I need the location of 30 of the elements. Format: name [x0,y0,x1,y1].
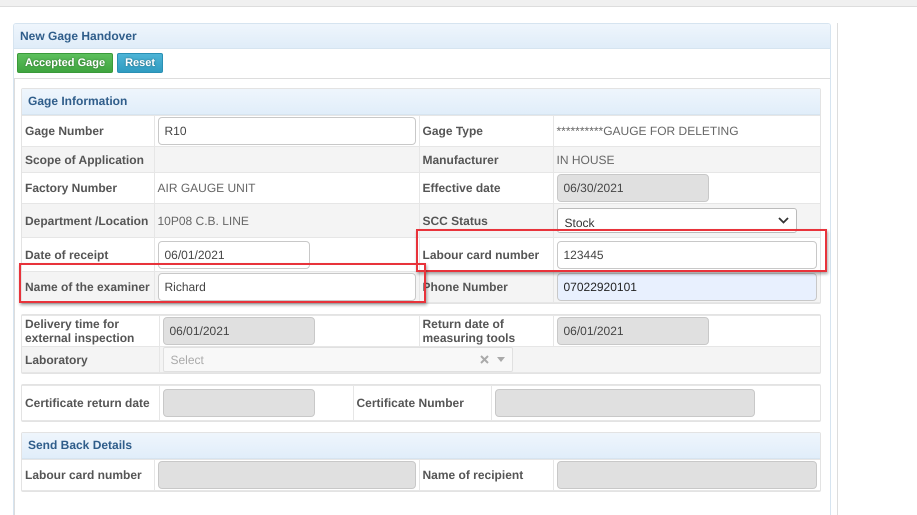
input-field[interactable]: 123445 [556,240,817,268]
field-value: **********GAUGE FOR DELETING [556,124,739,138]
input-field[interactable]: Richard [158,273,416,301]
field-label: Department /Location [22,204,154,238]
field-label: Name of the examiner [22,272,154,302]
field-label: Return date of measuring tools [419,316,553,346]
panel-title: New Gage Handover [14,24,830,49]
input-field[interactable]: 06/01/2021 [158,240,310,268]
section-title: Gage Information [22,89,820,115]
field-label: SCC Status [419,204,553,238]
dropdown-arrow-icon[interactable] [496,357,504,362]
field-label: Labour card number [22,460,154,490]
field-label: Scope of Application [22,146,154,172]
field-label: Certificate return date [22,386,159,420]
input-field[interactable]: 07022920101 [556,273,817,301]
field-label: Certificate Number [353,386,491,420]
field-value: 10P08 C.B. LINE [158,214,249,228]
field-label: Name of recipient [419,460,553,490]
field-value: AIR GAUGE UNIT [158,181,256,195]
field-label: Laboratory [22,346,159,372]
input-field[interactable]: R10 [158,117,416,145]
field-label: Delivery time for external inspection [22,316,159,346]
status-dropdown[interactable]: Stock [556,208,796,233]
field-label: Manufacturer [419,146,553,172]
field-value: IN HOUSE [556,152,615,166]
section-title: Send Back Details [22,433,820,459]
field-label: Gage Number [22,116,154,146]
field-label: Gage Type [419,116,553,146]
chevron-down-icon [778,217,788,224]
clear-icon[interactable] [480,355,488,364]
